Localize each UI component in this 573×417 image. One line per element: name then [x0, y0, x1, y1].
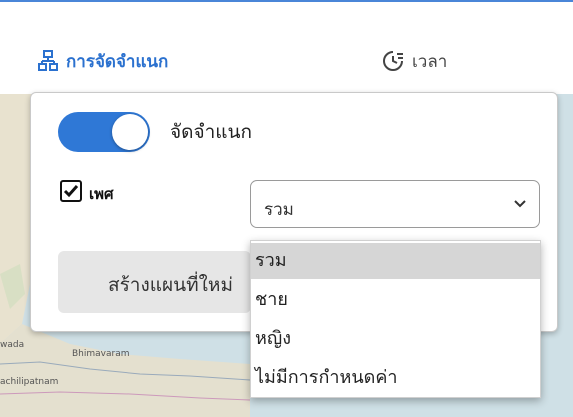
- create-map-button[interactable]: สร้างแผนที่ใหม่: [58, 251, 251, 313]
- toggle-knob: [112, 114, 148, 150]
- map-label-city: achilipatnam: [0, 377, 59, 387]
- hierarchy-icon: [38, 50, 58, 72]
- dropdown-option-male[interactable]: ชาย: [251, 282, 540, 318]
- dropdown-option-unspecified[interactable]: ไม่มีการกำหนดค่า: [251, 360, 540, 396]
- checkmark-icon: [63, 185, 79, 198]
- tab-classification[interactable]: การจัดจำแนก: [38, 46, 168, 76]
- tab-time-label: เวลา: [412, 51, 448, 72]
- sex-checkbox[interactable]: [60, 180, 82, 202]
- tab-classification-label: การจัดจำแนก: [66, 51, 169, 72]
- sex-select-dropdown: รวม ชาย หญิง ไม่มีการกำหนดค่า: [250, 240, 541, 398]
- dropdown-option-all[interactable]: รวม: [251, 243, 540, 279]
- sex-checkbox-label: เพศ: [89, 185, 114, 203]
- clock-icon: [382, 50, 404, 72]
- map-label-city: wada: [0, 340, 25, 350]
- dropdown-option-female[interactable]: หญิง: [251, 321, 540, 357]
- toggle-label: จัดจำแนก: [170, 121, 253, 143]
- create-map-button-label: สร้างแผนที่ใหม่: [108, 274, 233, 296]
- tab-time[interactable]: เวลา: [382, 46, 447, 76]
- map-label-city: Bhimavaram: [72, 349, 130, 359]
- sex-select-value: รวม: [264, 200, 294, 220]
- chevron-down-icon: [514, 200, 526, 208]
- classification-toggle[interactable]: [58, 112, 150, 152]
- tab-bar: การจัดจำแนก เวลา: [0, 2, 573, 94]
- sex-select[interactable]: รวม: [250, 180, 540, 228]
